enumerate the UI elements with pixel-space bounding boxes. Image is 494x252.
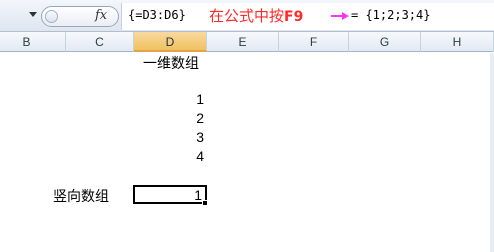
cell-d6[interactable]: 4 (144, 148, 204, 164)
column-header-g[interactable]: G (349, 32, 421, 52)
column-header-e[interactable]: E (207, 32, 279, 52)
column-header-c[interactable]: C (66, 32, 134, 52)
cell-d4[interactable]: 2 (144, 110, 204, 126)
fill-handle[interactable] (202, 200, 208, 206)
annotation-key: F9 (284, 9, 304, 25)
cell-d3[interactable]: 1 (144, 91, 204, 107)
column-header-h[interactable]: H (421, 32, 494, 52)
column-header-b[interactable]: B (0, 32, 66, 52)
formula-text: {=D3:D6} (128, 8, 186, 22)
cell-d5[interactable]: 3 (144, 129, 204, 145)
cell-c8-label[interactable]: 竖向数组 (53, 186, 109, 206)
active-cell-d8[interactable]: 1 (133, 185, 207, 204)
annotation-note-text: 在公式中按 (209, 7, 285, 25)
arrow-right-icon (331, 12, 349, 20)
active-cell-value: 1 (194, 187, 202, 203)
cell-d1-heading[interactable]: 一维数组 (135, 53, 207, 73)
expand-knob-icon[interactable] (45, 10, 58, 23)
column-header-row: B C D E F G H (0, 32, 494, 52)
result-text: = {1;2;3;4} (351, 8, 431, 22)
annotation-note: 在公式中按F9 (209, 5, 303, 26)
name-box-dropdown-icon[interactable] (29, 12, 37, 17)
insert-function-icon[interactable]: fx (95, 7, 107, 25)
column-header-d[interactable]: D (134, 32, 207, 52)
formula-bar: fx {=D3:D6} 在公式中按F9 = {1;2;3;4} (0, 0, 494, 32)
formula-input[interactable]: {=D3:D6} 在公式中按F9 = {1;2;3;4} (121, 3, 494, 30)
column-header-f[interactable]: F (279, 32, 349, 52)
worksheet-grid[interactable]: 一维数组 1 2 3 4 竖向数组 1 (0, 53, 494, 252)
vertical-scrollbar[interactable] (490, 53, 494, 252)
formula-bar-controls[interactable] (41, 6, 119, 27)
